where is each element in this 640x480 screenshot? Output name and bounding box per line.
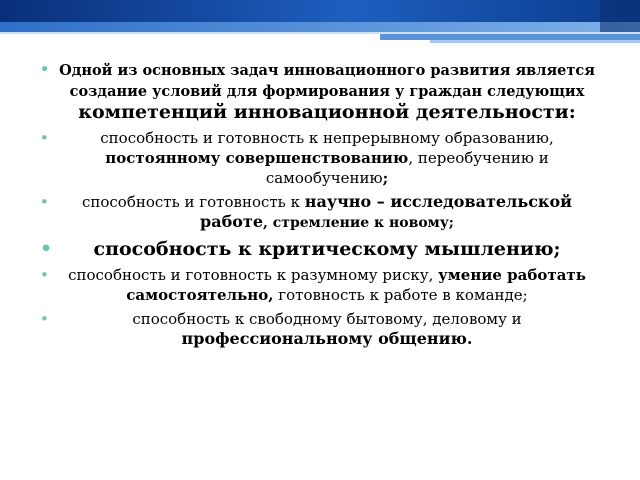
item-text: готовность к работе в команде; (273, 286, 528, 304)
list-item: • способность к свободному бытовому, дел… (40, 309, 598, 349)
item-text-large: компетенций инновационной деятельности: (78, 101, 576, 123)
item-text-bold: , стремление к новому; (263, 215, 454, 231)
list-item: • способность к критическому мышлению; (40, 237, 598, 261)
bullet-icon: • (40, 238, 53, 260)
list-item: • способность и готовность к разумному р… (40, 265, 598, 305)
item-text-bold: ; (382, 169, 389, 187)
bullet-icon: • (40, 193, 49, 211)
bullet-icon: • (40, 62, 50, 78)
bullet-icon: • (40, 129, 49, 147)
item-text-bold: профессиональному общению. (181, 329, 473, 348)
header-banner-graphic (0, 0, 640, 43)
item-text: способность и готовность к (81, 193, 305, 211)
list-item: • способность и готовность к научно – ис… (40, 192, 598, 233)
item-text: способность к свободному бытовому, делов… (132, 310, 522, 328)
list-item: • Одной из основных задач инновационного… (40, 60, 598, 124)
item-text: способность и готовность к разумному рис… (68, 266, 439, 284)
item-text: Одной из основных задач инновационного р… (59, 62, 595, 100)
bullet-list: • Одной из основных задач инновационного… (40, 60, 598, 349)
bullet-icon: • (40, 266, 49, 284)
header-banner (0, 0, 640, 46)
item-text-bold: способность к критическому мышлению; (93, 238, 561, 260)
bullet-icon: • (40, 310, 49, 328)
list-item: • способность и готовность к непрерывном… (40, 128, 598, 188)
item-text-bold: постоянному совершенствованию (105, 149, 409, 167)
item-text: способность и готовность к непрерывному … (100, 129, 554, 147)
